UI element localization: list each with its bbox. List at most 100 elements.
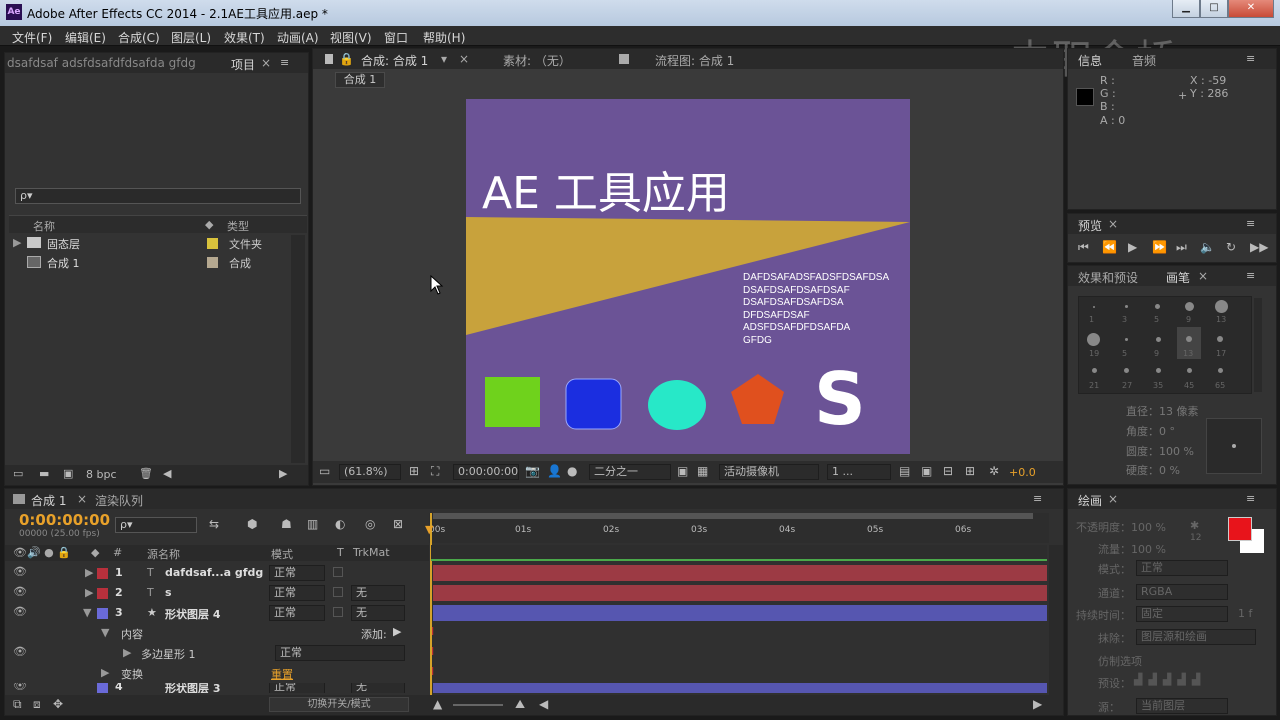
- flowchart-button-icon[interactable]: ⊞: [965, 464, 975, 478]
- composition-canvas[interactable]: AE 工具应用 DAFDSAFADSFADSFDSAFDSA DSAFDSAFD…: [466, 99, 910, 454]
- toggle-switches-modes-button[interactable]: 切换开关/模式: [269, 697, 409, 712]
- collapse-arrow-icon[interactable]: ▼: [83, 606, 91, 619]
- magnification-dropdown[interactable]: (61.8%): [339, 464, 401, 480]
- work-area-bar[interactable]: [433, 513, 1033, 519]
- eye-icon[interactable]: 👁: [13, 605, 27, 618]
- label-color-swatch[interactable]: [207, 238, 218, 249]
- draft-3d-icon[interactable]: ⬢: [247, 517, 257, 531]
- brush-tip[interactable]: [1125, 338, 1128, 341]
- tab-flowchart[interactable]: 流程图: 合成 1: [655, 52, 734, 69]
- panel-menu-icon[interactable]: ≡: [1246, 52, 1255, 65]
- polygon-mode-dropdown[interactable]: 正常: [275, 645, 405, 661]
- layer-name[interactable]: 形状图层 4: [165, 606, 220, 622]
- brush-tip[interactable]: [1185, 302, 1194, 311]
- table-row[interactable]: 👁 ▶ 1 T dafdsaf...a gfdg 正常: [5, 563, 1049, 583]
- eye-icon[interactable]: 👁: [13, 683, 27, 692]
- brush-tip[interactable]: [1124, 368, 1129, 373]
- project-search-input[interactable]: ρ▾: [15, 188, 301, 204]
- property-row[interactable]: 👁 ▶ 多边星形 1 正常 I: [5, 643, 1049, 663]
- tab-effects-presets[interactable]: 效果和预设: [1078, 269, 1138, 286]
- av-column-icons[interactable]: 👁🔊 ● 🔒: [13, 546, 71, 559]
- paint-mode-dropdown[interactable]: 正常: [1136, 560, 1228, 576]
- tab-timeline-comp[interactable]: 合成 1: [31, 492, 66, 509]
- scroll-right-icon[interactable]: ▶: [1033, 697, 1042, 711]
- grid-icon[interactable]: ⊞: [409, 464, 419, 478]
- mode-dropdown[interactable]: 正常: [269, 683, 325, 693]
- label-color-swatch[interactable]: [207, 257, 218, 268]
- brush-tip[interactable]: [1217, 336, 1223, 342]
- playhead-handle-icon[interactable]: ▼: [425, 523, 433, 536]
- duration-dropdown[interactable]: 固定: [1136, 606, 1228, 622]
- brush-hardness[interactable]: 硬度：0 %: [1126, 462, 1180, 478]
- expand-arrow-icon[interactable]: ▶: [85, 586, 93, 599]
- expand-switches-icon[interactable]: ⧉: [13, 697, 22, 712]
- channel-icon[interactable]: ●: [567, 464, 577, 478]
- duration-frames[interactable]: 1 f: [1238, 607, 1252, 620]
- eye-icon[interactable]: 👁: [13, 585, 27, 598]
- brainstorm-icon[interactable]: ⊠: [393, 517, 403, 531]
- brush-tip[interactable]: [1187, 368, 1192, 373]
- snapshot-icon[interactable]: 📷: [525, 464, 540, 478]
- mode-dropdown[interactable]: 正常: [269, 565, 325, 581]
- timeline-search-input[interactable]: ρ▾: [115, 517, 197, 533]
- orange-pentagon-shape[interactable]: [731, 374, 784, 424]
- headline-text[interactable]: AE 工具应用: [482, 157, 730, 221]
- property-row[interactable]: ▼ 内容 添加: ▶ I: [5, 623, 1049, 643]
- expand-arrow-icon[interactable]: ▶: [123, 646, 131, 659]
- resolution-dropdown[interactable]: 二分之一: [589, 464, 671, 480]
- ram-preview-icon[interactable]: ▶▶: [1250, 240, 1268, 254]
- mask-visibility-icon[interactable]: ⛶: [431, 464, 439, 479]
- region-of-interest-icon[interactable]: ▣: [677, 464, 688, 478]
- brush-diameter[interactable]: 直径：13 像素: [1126, 403, 1199, 419]
- brush-tip[interactable]: [1156, 337, 1161, 342]
- close-icon[interactable]: ×: [77, 492, 87, 506]
- menu-help[interactable]: 帮助(H): [423, 29, 465, 46]
- tab-audio[interactable]: 音频: [1132, 52, 1156, 69]
- green-square-shape[interactable]: [485, 377, 540, 427]
- panel-menu-icon[interactable]: ≡: [280, 56, 289, 69]
- channel-dropdown[interactable]: RGBA: [1136, 584, 1228, 600]
- brush-tip-icon[interactable]: ✱: [1190, 519, 1199, 532]
- brush-tip[interactable]: [1215, 300, 1228, 313]
- project-item[interactable]: ▶ 固态层 文件夹: [9, 234, 295, 252]
- menu-animation[interactable]: 动画(A): [277, 29, 319, 46]
- table-row[interactable]: 👁 4 形状图层 3 正常 无: [5, 683, 1049, 693]
- tab-project[interactable]: 项目: [231, 56, 255, 73]
- layer-duration-bar[interactable]: [433, 683, 1047, 693]
- layer-color-swatch[interactable]: [97, 568, 108, 579]
- current-timecode[interactable]: 0:00:00:00: [19, 511, 110, 529]
- interpret-footage-icon[interactable]: ▭: [13, 467, 23, 480]
- cyan-ellipse-shape[interactable]: [648, 380, 706, 430]
- menu-edit[interactable]: 编辑(E): [65, 29, 106, 46]
- close-icon[interactable]: ×: [459, 52, 469, 66]
- zoom-out-icon[interactable]: ▲: [433, 697, 442, 711]
- expand-arrow-icon[interactable]: ▶: [85, 566, 93, 579]
- tab-composition[interactable]: 合成: 合成 1: [361, 52, 428, 69]
- brush-tip[interactable]: [1087, 333, 1100, 346]
- mode-dropdown[interactable]: 正常: [269, 585, 325, 601]
- audio-icon[interactable]: 🔈: [1200, 240, 1215, 254]
- layer-color-swatch[interactable]: [97, 588, 108, 599]
- brush-scrollbar[interactable]: [1254, 298, 1262, 392]
- brush-tip[interactable]: [1125, 305, 1128, 308]
- close-icon[interactable]: ×: [1108, 217, 1118, 231]
- project-scrollbar[interactable]: [291, 235, 305, 463]
- shy-layers-icon[interactable]: ☗: [281, 517, 292, 531]
- close-window-button[interactable]: ✕: [1228, 0, 1274, 18]
- toggle-pixel-icon[interactable]: ▤: [899, 464, 910, 478]
- tab-info[interactable]: 信息: [1078, 52, 1102, 69]
- comp-subtab[interactable]: 合成 1: [335, 72, 385, 88]
- fast-previews-icon[interactable]: ▣: [921, 464, 932, 478]
- blue-rounded-square-shape[interactable]: [565, 378, 622, 430]
- scroll-left-icon[interactable]: ◀: [163, 467, 171, 480]
- menu-view[interactable]: 视图(V): [330, 29, 372, 46]
- foreground-color-swatch[interactable]: [1228, 517, 1252, 541]
- eye-icon[interactable]: 👁: [13, 565, 27, 578]
- expand-arrow-icon[interactable]: ▶: [101, 666, 109, 679]
- paint-opacity[interactable]: 不透明度：100 %: [1076, 519, 1166, 535]
- brush-tip[interactable]: [1218, 368, 1223, 373]
- last-frame-icon[interactable]: ⏭: [1176, 240, 1187, 255]
- motion-blur-icon[interactable]: ◐: [335, 517, 345, 531]
- body-text-block[interactable]: DAFDSAFADSFADSFDSAFDSA DSAFDSAFDSAFDSAF …: [743, 272, 889, 347]
- minimize-button[interactable]: ▁: [1172, 0, 1200, 18]
